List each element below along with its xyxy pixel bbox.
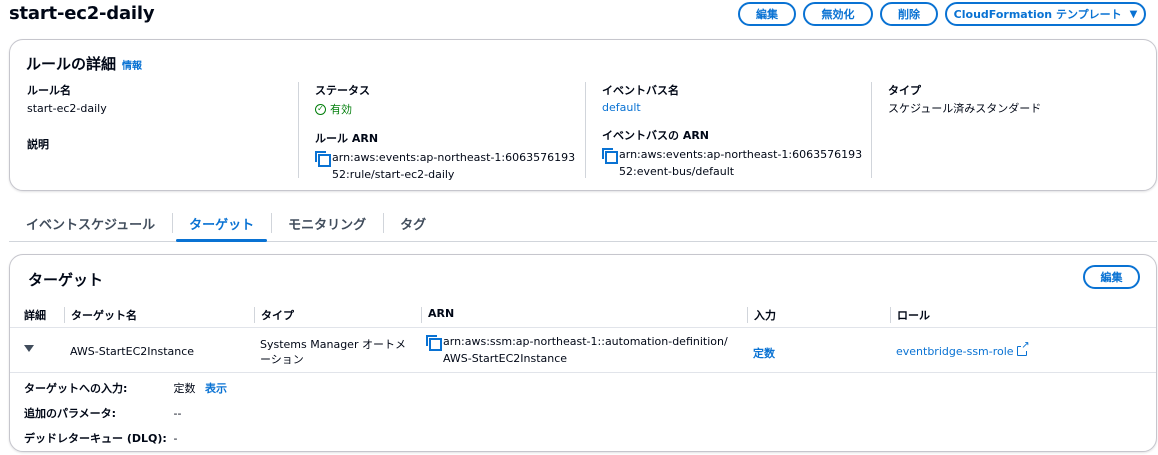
tab-bar: イベントスケジュール ターゲット モニタリング タグ bbox=[9, 205, 1157, 242]
target-name-cell: AWS-StartEC2Instance bbox=[70, 345, 195, 358]
targets-table-header: 詳細 ターゲット名 タイプ ARN 入力 ロール bbox=[10, 301, 1156, 328]
additional-params-value: -- bbox=[173, 407, 182, 420]
description-label: 説明 bbox=[27, 138, 49, 151]
status-value: ✓ 有効 bbox=[315, 101, 585, 117]
event-bus-arn-value: arn:aws:events:ap-northeast-1:6063576193… bbox=[619, 148, 863, 178]
copy-icon[interactable] bbox=[315, 151, 331, 167]
status-text: 有効 bbox=[330, 103, 352, 116]
target-type-cell: Systems Manager オートメーション bbox=[260, 338, 406, 366]
dlq-detail: デッドレターキュー (DLQ): - bbox=[24, 430, 177, 446]
column-header-detail: 詳細 bbox=[24, 309, 46, 322]
column-header-input: 入力 bbox=[747, 307, 776, 323]
info-link[interactable]: 情報 bbox=[122, 57, 142, 72]
header-actions: 編集 無効化 削除 CloudFormation テンプレート ▼ bbox=[738, 2, 1146, 26]
tab-targets[interactable]: ターゲット bbox=[172, 205, 271, 242]
event-bus-column: イベントバス名 default イベントバスの ARN arn:aws:even… bbox=[585, 82, 871, 178]
target-arn-value: arn:aws:ssm:ap-northeast-1::automation-d… bbox=[443, 335, 728, 365]
status-column: ステータス ✓ 有効 ルール ARN arn:aws:events:ap-nor… bbox=[298, 82, 585, 181]
targets-panel: ターゲット 編集 詳細 ターゲット名 タイプ ARN 入力 ロール AWS-St… bbox=[9, 254, 1157, 452]
rule-details-panel: ルールの詳細 情報 ルール名 start-ec2-daily 説明 ステータス … bbox=[9, 39, 1157, 191]
additional-params-detail: 追加のパラメータ: -- bbox=[24, 405, 181, 421]
external-link-icon[interactable] bbox=[1016, 341, 1030, 356]
type-column: タイプ スケジュール済みスタンダード bbox=[871, 82, 1141, 178]
status-positive-icon: ✓ bbox=[315, 103, 326, 115]
target-input-detail: ターゲットへの入力: 定数 表示 bbox=[24, 380, 227, 396]
rule-name-label: ルール名 bbox=[27, 84, 71, 97]
dlq-label: デッドレターキュー (DLQ): bbox=[24, 432, 167, 445]
show-input-link[interactable]: 表示 bbox=[205, 382, 227, 395]
tab-tags[interactable]: タグ bbox=[383, 205, 443, 241]
additional-params-label: 追加のパラメータ: bbox=[24, 407, 117, 420]
rule-name-value: start-ec2-daily bbox=[27, 102, 107, 115]
targets-edit-button[interactable]: 編集 bbox=[1083, 265, 1140, 289]
rule-arn-value: arn:aws:events:ap-northeast-1:6063576193… bbox=[332, 151, 576, 181]
cloudformation-template-button[interactable]: CloudFormation テンプレート ▼ bbox=[945, 2, 1146, 26]
rule-arn: arn:aws:events:ap-northeast-1:6063576193… bbox=[315, 149, 585, 183]
table-row: AWS-StartEC2Instance Systems Manager オート… bbox=[10, 329, 1156, 373]
caret-down-icon[interactable] bbox=[24, 345, 34, 352]
copy-icon[interactable] bbox=[602, 148, 618, 164]
rule-name-column: ルール名 start-ec2-daily 説明 bbox=[27, 82, 297, 178]
input-constant-link[interactable]: 定数 bbox=[753, 345, 775, 361]
status-label: ステータス bbox=[315, 84, 370, 97]
rule-details-title: ルールの詳細 bbox=[26, 55, 117, 73]
page-title: start-ec2-daily bbox=[9, 3, 155, 24]
event-bus-arn: arn:aws:events:ap-northeast-1:6063576193… bbox=[602, 146, 871, 180]
targets-title: ターゲット bbox=[28, 271, 104, 289]
disable-button[interactable]: 無効化 bbox=[803, 2, 873, 26]
event-bus-label: イベントバス名 bbox=[602, 84, 679, 97]
column-header-type: タイプ bbox=[254, 307, 294, 323]
type-value: スケジュール済みスタンダード bbox=[888, 102, 1042, 115]
target-input-value: 定数 bbox=[173, 382, 196, 395]
column-header-role: ロール bbox=[890, 307, 930, 323]
caret-down-icon: ▼ bbox=[1129, 8, 1138, 20]
edit-button[interactable]: 編集 bbox=[738, 2, 796, 26]
column-header-arn: ARN bbox=[421, 307, 454, 323]
delete-button[interactable]: 削除 bbox=[880, 2, 938, 26]
rule-details-heading: ルールの詳細 情報 bbox=[26, 53, 142, 74]
column-header-target-name: ターゲット名 bbox=[64, 307, 137, 323]
copy-icon[interactable] bbox=[426, 335, 442, 351]
target-arn-cell: arn:aws:ssm:ap-northeast-1::automation-d… bbox=[426, 333, 735, 367]
role-cell: eventbridge-ssm-role bbox=[896, 341, 1030, 358]
target-input-label: ターゲットへの入力: bbox=[24, 382, 128, 395]
cloudformation-template-label: CloudFormation テンプレート bbox=[953, 8, 1122, 21]
dlq-value: - bbox=[173, 432, 178, 445]
rule-arn-label: ルール ARN bbox=[315, 132, 379, 145]
event-bus-arn-label: イベントバスの ARN bbox=[602, 129, 710, 142]
tab-monitoring[interactable]: モニタリング bbox=[271, 205, 383, 241]
type-label: タイプ bbox=[888, 84, 921, 97]
event-bus-link[interactable]: default bbox=[602, 101, 871, 114]
role-link[interactable]: eventbridge-ssm-role bbox=[896, 345, 1014, 358]
tab-event-schedule[interactable]: イベントスケジュール bbox=[9, 205, 172, 241]
